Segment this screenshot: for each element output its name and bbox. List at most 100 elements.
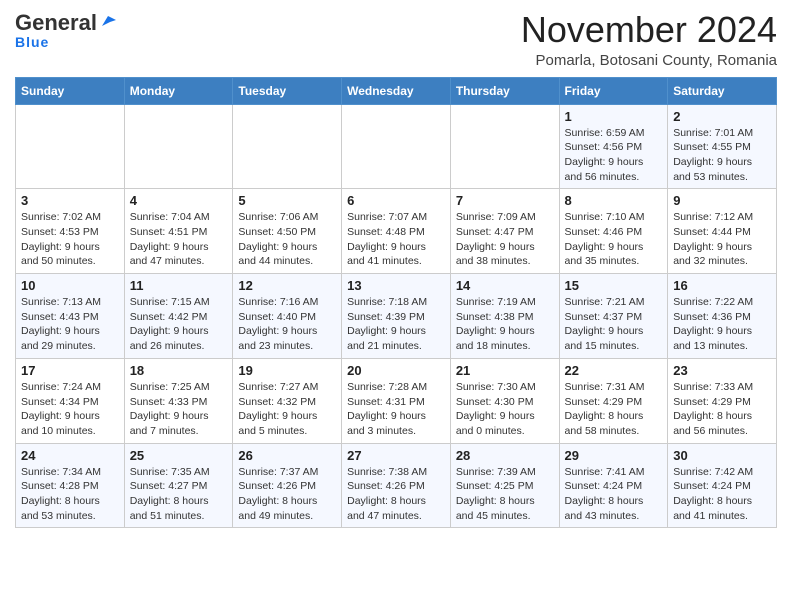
day-info: Sunrise: 7:33 AMSunset: 4:29 PMDaylight:… (673, 380, 771, 439)
day-info: Sunrise: 6:59 AMSunset: 4:56 PMDaylight:… (565, 126, 663, 185)
day-info: Sunrise: 7:06 AMSunset: 4:50 PMDaylight:… (238, 210, 336, 269)
calendar-cell: 22 Sunrise: 7:31 AMSunset: 4:29 PMDayligh… (559, 358, 668, 443)
calendar-week-3: 10 Sunrise: 7:13 AMSunset: 4:43 PMDayligh… (16, 274, 777, 359)
day-info: Sunrise: 7:42 AMSunset: 4:24 PMDaylight:… (673, 465, 771, 524)
calendar-cell: 15 Sunrise: 7:21 AMSunset: 4:37 PMDayligh… (559, 274, 668, 359)
day-info: Sunrise: 7:04 AMSunset: 4:51 PMDaylight:… (130, 210, 228, 269)
calendar-cell: 1 Sunrise: 6:59 AMSunset: 4:56 PMDaylight… (559, 104, 668, 189)
day-number: 10 (21, 278, 119, 293)
day-info: Sunrise: 7:35 AMSunset: 4:27 PMDaylight:… (130, 465, 228, 524)
calendar-cell (450, 104, 559, 189)
day-number: 7 (456, 193, 554, 208)
day-info: Sunrise: 7:38 AMSunset: 4:26 PMDaylight:… (347, 465, 445, 524)
day-info: Sunrise: 7:39 AMSunset: 4:25 PMDaylight:… (456, 465, 554, 524)
day-info: Sunrise: 7:09 AMSunset: 4:47 PMDaylight:… (456, 210, 554, 269)
day-number: 24 (21, 448, 119, 463)
day-info: Sunrise: 7:21 AMSunset: 4:37 PMDaylight:… (565, 295, 663, 354)
calendar-cell: 28 Sunrise: 7:39 AMSunset: 4:25 PMDayligh… (450, 443, 559, 528)
day-info: Sunrise: 7:28 AMSunset: 4:31 PMDaylight:… (347, 380, 445, 439)
day-number: 4 (130, 193, 228, 208)
day-number: 13 (347, 278, 445, 293)
calendar-cell: 25 Sunrise: 7:35 AMSunset: 4:27 PMDayligh… (124, 443, 233, 528)
day-info: Sunrise: 7:41 AMSunset: 4:24 PMDaylight:… (565, 465, 663, 524)
location: Pomarla, Botosani County, Romania (521, 52, 777, 69)
day-number: 5 (238, 193, 336, 208)
header: General Blue November 2024 Pomarla, Boto… (15, 10, 777, 69)
day-info: Sunrise: 7:13 AMSunset: 4:43 PMDaylight:… (21, 295, 119, 354)
page: General Blue November 2024 Pomarla, Boto… (0, 0, 792, 543)
calendar-cell: 10 Sunrise: 7:13 AMSunset: 4:43 PMDayligh… (16, 274, 125, 359)
calendar-cell: 18 Sunrise: 7:25 AMSunset: 4:33 PMDayligh… (124, 358, 233, 443)
logo-bird-icon (98, 12, 116, 30)
day-number: 20 (347, 363, 445, 378)
day-info: Sunrise: 7:37 AMSunset: 4:26 PMDaylight:… (238, 465, 336, 524)
calendar-week-2: 3 Sunrise: 7:02 AMSunset: 4:53 PMDaylight… (16, 189, 777, 274)
calendar-cell: 24Sunrise: 7:34 AMSunset: 4:28 PMDayligh… (16, 443, 125, 528)
calendar-cell: 2 Sunrise: 7:01 AMSunset: 4:55 PMDaylight… (668, 104, 777, 189)
calendar-cell: 26 Sunrise: 7:37 AMSunset: 4:26 PMDayligh… (233, 443, 342, 528)
logo-general: General (15, 10, 97, 36)
calendar-cell (16, 104, 125, 189)
month-title: November 2024 (521, 10, 777, 50)
day-number: 19 (238, 363, 336, 378)
day-number: 1 (565, 109, 663, 124)
day-info: Sunrise: 7:15 AMSunset: 4:42 PMDaylight:… (130, 295, 228, 354)
day-number: 17 (21, 363, 119, 378)
weekday-header-thursday: Thursday (450, 77, 559, 104)
calendar-cell (342, 104, 451, 189)
logo-blue: Blue (15, 34, 49, 50)
day-number: 29 (565, 448, 663, 463)
day-number: 28 (456, 448, 554, 463)
calendar-cell: 3 Sunrise: 7:02 AMSunset: 4:53 PMDaylight… (16, 189, 125, 274)
day-info: Sunrise: 7:24 AMSunset: 4:34 PMDaylight:… (21, 380, 119, 439)
day-info: Sunrise: 7:01 AMSunset: 4:55 PMDaylight:… (673, 126, 771, 185)
calendar-cell: 21 Sunrise: 7:30 AMSunset: 4:30 PMDayligh… (450, 358, 559, 443)
day-info: Sunrise: 7:31 AMSunset: 4:29 PMDaylight:… (565, 380, 663, 439)
calendar-cell: 27 Sunrise: 7:38 AMSunset: 4:26 PMDayligh… (342, 443, 451, 528)
day-number: 9 (673, 193, 771, 208)
day-number: 3 (21, 193, 119, 208)
day-number: 2 (673, 109, 771, 124)
day-number: 22 (565, 363, 663, 378)
calendar-cell: 7 Sunrise: 7:09 AMSunset: 4:47 PMDaylight… (450, 189, 559, 274)
day-number: 26 (238, 448, 336, 463)
calendar-week-5: 24Sunrise: 7:34 AMSunset: 4:28 PMDayligh… (16, 443, 777, 528)
calendar-cell: 16Sunrise: 7:22 AMSunset: 4:36 PMDayligh… (668, 274, 777, 359)
calendar-cell: 17 Sunrise: 7:24 AMSunset: 4:34 PMDayligh… (16, 358, 125, 443)
calendar-cell: 4 Sunrise: 7:04 AMSunset: 4:51 PMDaylight… (124, 189, 233, 274)
day-number: 15 (565, 278, 663, 293)
calendar-cell: 12Sunrise: 7:16 AMSunset: 4:40 PMDayligh… (233, 274, 342, 359)
calendar-cell: 14 Sunrise: 7:19 AMSunset: 4:38 PMDayligh… (450, 274, 559, 359)
day-info: Sunrise: 7:25 AMSunset: 4:33 PMDaylight:… (130, 380, 228, 439)
day-info: Sunrise: 7:10 AMSunset: 4:46 PMDaylight:… (565, 210, 663, 269)
day-number: 18 (130, 363, 228, 378)
weekday-header-wednesday: Wednesday (342, 77, 451, 104)
weekday-header-row: SundayMondayTuesdayWednesdayThursdayFrid… (16, 77, 777, 104)
calendar-cell: 13 Sunrise: 7:18 AMSunset: 4:39 PMDayligh… (342, 274, 451, 359)
day-number: 14 (456, 278, 554, 293)
day-number: 21 (456, 363, 554, 378)
day-number: 8 (565, 193, 663, 208)
calendar-cell: 19 Sunrise: 7:27 AMSunset: 4:32 PMDayligh… (233, 358, 342, 443)
weekday-header-monday: Monday (124, 77, 233, 104)
logo: General Blue (15, 10, 116, 50)
weekday-header-sunday: Sunday (16, 77, 125, 104)
calendar-cell: 30Sunrise: 7:42 AMSunset: 4:24 PMDayligh… (668, 443, 777, 528)
weekday-header-saturday: Saturday (668, 77, 777, 104)
day-info: Sunrise: 7:19 AMSunset: 4:38 PMDaylight:… (456, 295, 554, 354)
calendar-cell: 9 Sunrise: 7:12 AMSunset: 4:44 PMDaylight… (668, 189, 777, 274)
calendar-cell: 11Sunrise: 7:15 AMSunset: 4:42 PMDayligh… (124, 274, 233, 359)
day-info: Sunrise: 7:02 AMSunset: 4:53 PMDaylight:… (21, 210, 119, 269)
day-info: Sunrise: 7:30 AMSunset: 4:30 PMDaylight:… (456, 380, 554, 439)
day-number: 27 (347, 448, 445, 463)
day-number: 25 (130, 448, 228, 463)
weekday-header-friday: Friday (559, 77, 668, 104)
day-info: Sunrise: 7:12 AMSunset: 4:44 PMDaylight:… (673, 210, 771, 269)
calendar-cell: 29 Sunrise: 7:41 AMSunset: 4:24 PMDayligh… (559, 443, 668, 528)
calendar-cell: 20 Sunrise: 7:28 AMSunset: 4:31 PMDayligh… (342, 358, 451, 443)
weekday-header-tuesday: Tuesday (233, 77, 342, 104)
day-info: Sunrise: 7:27 AMSunset: 4:32 PMDaylight:… (238, 380, 336, 439)
day-number: 12 (238, 278, 336, 293)
title-area: November 2024 Pomarla, Botosani County, … (521, 10, 777, 69)
day-info: Sunrise: 7:18 AMSunset: 4:39 PMDaylight:… (347, 295, 445, 354)
